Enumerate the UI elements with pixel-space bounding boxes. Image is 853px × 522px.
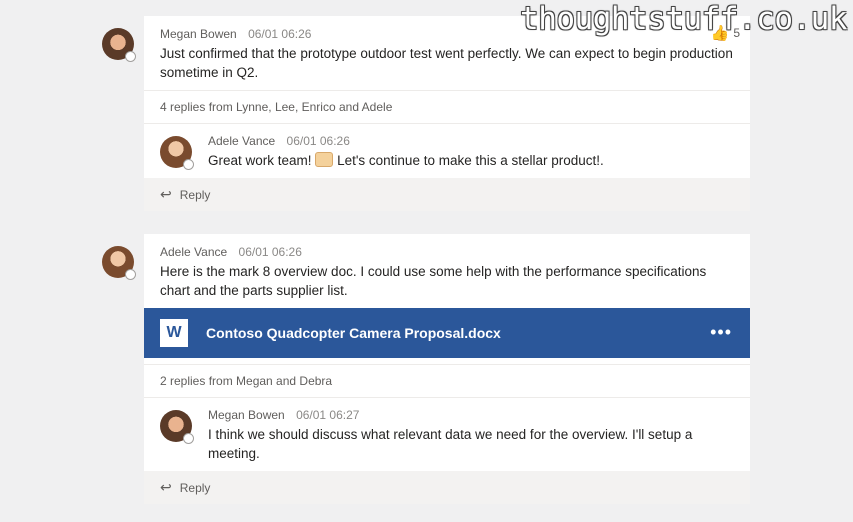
replies-summary[interactable]: 2 replies from Megan and Debra	[144, 365, 750, 397]
presence-icon	[125, 51, 136, 62]
attachment-card[interactable]: W Contoso Quadcopter Camera Proposal.doc…	[144, 308, 750, 358]
reply-arrow-icon: ↩	[160, 479, 172, 495]
reply-message-part2: Let's continue to make this a stellar pr…	[337, 153, 604, 168]
thread-1: Megan Bowen 06/01 06:26 Just confirmed t…	[144, 16, 750, 211]
presence-icon	[183, 433, 194, 444]
reply-item: Adele Vance 06/01 06:26 Great work team!…	[144, 123, 750, 178]
reply-author[interactable]: Adele Vance	[208, 134, 275, 148]
reply-button[interactable]: ↩ Reply	[144, 471, 750, 504]
attachment-name[interactable]: Contoso Quadcopter Camera Proposal.docx	[206, 325, 501, 341]
watermark: thoughtstuff.co.uk	[520, 1, 847, 37]
reply-label: Reply	[179, 187, 211, 202]
reply-time: 06/01 06:27	[296, 408, 360, 422]
reply-message-part1: Great work team!	[208, 153, 312, 168]
reply-author[interactable]: Megan Bowen	[208, 408, 285, 422]
reply-message: I think we should discuss what relevant …	[208, 427, 693, 461]
post-message: Here is the mark 8 overview doc. I could…	[160, 264, 707, 298]
reply-button[interactable]: ↩ Reply	[144, 178, 750, 211]
avatar-adele-vance[interactable]	[160, 136, 194, 170]
reply-label: Reply	[179, 480, 211, 495]
avatar-adele-vance[interactable]	[102, 246, 136, 280]
thumbs-up-emoji-icon	[315, 152, 334, 167]
avatar-megan-bowen[interactable]	[160, 410, 194, 444]
post-time: 06/01 06:26	[248, 27, 312, 41]
word-document-icon: W	[160, 319, 188, 347]
post-author[interactable]: Megan Bowen	[160, 27, 237, 41]
reply-item: Megan Bowen 06/01 06:27 I think we shoul…	[144, 397, 750, 471]
post-author[interactable]: Adele Vance	[160, 245, 227, 259]
post: Adele Vance 06/01 06:26 Here is the mark…	[144, 234, 750, 300]
post-message: Just confirmed that the prototype outdoo…	[160, 46, 733, 80]
reply-arrow-icon: ↩	[160, 186, 172, 202]
more-options-icon[interactable]: •••	[710, 322, 732, 343]
presence-icon	[125, 269, 136, 280]
reply-time: 06/01 06:26	[286, 134, 350, 148]
thread-2: Adele Vance 06/01 06:26 Here is the mark…	[144, 234, 750, 504]
reply-message: Great work team! Let's continue to make …	[208, 151, 734, 170]
avatar-megan-bowen[interactable]	[102, 28, 136, 62]
replies-summary[interactable]: 4 replies from Lynne, Lee, Enrico and Ad…	[144, 91, 750, 123]
post-time: 06/01 06:26	[238, 245, 302, 259]
presence-icon	[183, 159, 194, 170]
